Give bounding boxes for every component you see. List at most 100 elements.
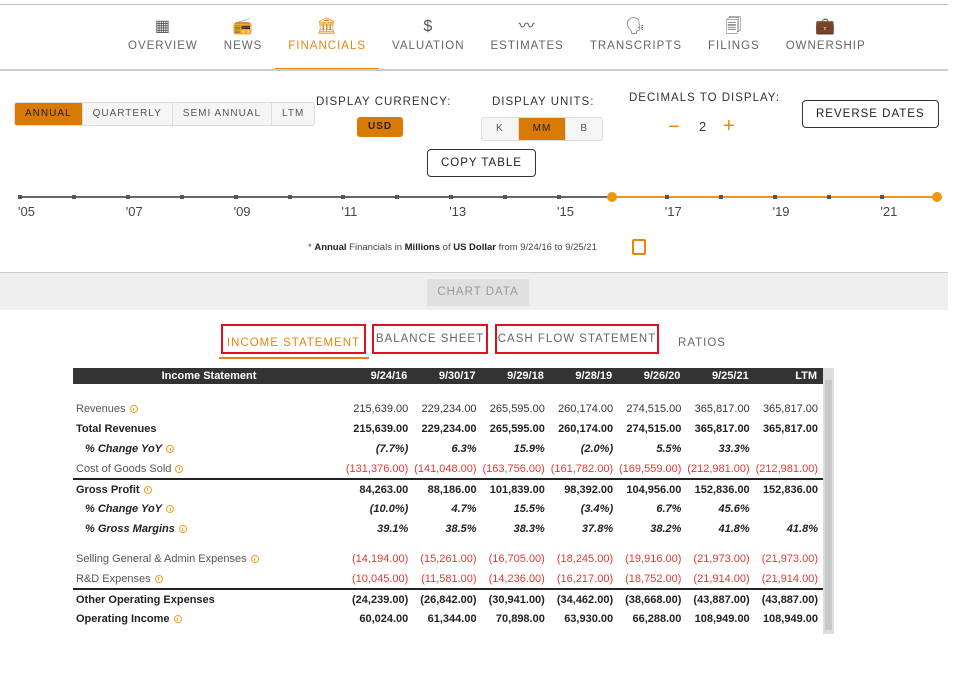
cell-value: (21,973.00)	[693, 553, 750, 565]
nav-label: NEWS	[223, 40, 263, 52]
cell-value: 365,817.00	[694, 423, 750, 435]
cell-value: (24,239.00)	[345, 588, 414, 609]
info-icon[interactable]	[166, 505, 175, 514]
copy-table-button[interactable]: COPY TABLE	[427, 149, 536, 177]
row-label: Other Operating Expenses	[73, 588, 345, 609]
increase-decimals-button[interactable]: +	[723, 115, 735, 138]
period-selector: ANNUAL QUARTERLY SEMI ANNUAL LTM	[14, 102, 316, 126]
table-row: Revenues 215,639.00 229,234.00 265,595.00 26…	[73, 399, 823, 419]
reverse-dates-button[interactable]: REVERSE DATES	[802, 100, 939, 128]
cell-value: 365,817.00	[762, 423, 818, 435]
timeline-year-label: '09	[233, 204, 251, 219]
period-annual[interactable]: ANNUAL	[15, 103, 83, 125]
nav-transcripts[interactable]: 🗣 TRANSCRIPTS	[577, 14, 695, 70]
info-icon[interactable]	[143, 485, 152, 494]
nav-label: ESTIMATES	[490, 40, 564, 52]
cell-value	[755, 439, 823, 459]
timeline-tick	[826, 195, 831, 199]
info-icon[interactable]	[250, 555, 259, 564]
table-row: Total Revenues 215,639.00 229,234.00 265,59…	[73, 419, 823, 439]
timeline-year-label: '07	[125, 204, 143, 219]
row-label: Gross Profit	[73, 478, 345, 499]
nav-label: FINANCIALS	[288, 40, 367, 52]
cell-value: 274,515.00	[626, 403, 682, 415]
cell-value: 38.3%	[513, 523, 545, 535]
column-header: LTM	[754, 368, 823, 384]
cell-value: (11,581.00)	[421, 572, 477, 585]
cell-value: 41.8%	[786, 523, 818, 535]
timeline-tick	[287, 195, 292, 199]
timeline-tick	[341, 195, 346, 199]
table-row: Operating Income 60,024.00 61,344.00 70,898…	[73, 609, 823, 629]
top-border	[0, 4, 948, 5]
nav-label: OWNERSHIP	[785, 40, 866, 52]
radio-icon: 📻	[232, 18, 254, 35]
cell-value: (16,217.00)	[556, 572, 614, 585]
timeline-tick	[880, 195, 885, 199]
period-ltm[interactable]: LTM	[272, 103, 314, 125]
row-label: Operating Income	[73, 609, 345, 629]
briefcase-icon: 💼	[815, 18, 837, 35]
chart-data-button[interactable]: CHART DATA	[427, 279, 529, 306]
cell-value: 60,024.00	[359, 613, 409, 625]
nav-ownership[interactable]: 💼 OWNERSHIP	[773, 14, 879, 70]
cell-value: 215,639.00	[353, 423, 409, 435]
decrease-decimals-button[interactable]: −	[668, 116, 680, 139]
nav-filings[interactable]: 🗐 FILINGS	[695, 14, 773, 70]
cell-value: (21,914.00)	[693, 572, 750, 585]
info-icon[interactable]	[129, 405, 138, 414]
cell-value: 265,595.00	[489, 423, 545, 435]
cell-value: 5.5%	[656, 443, 682, 455]
currency-usd-button[interactable]: USD	[357, 117, 404, 137]
timeline-start-handle[interactable]	[607, 192, 617, 202]
table-title: Income Statement	[73, 368, 345, 384]
timeline-year-label: '17	[664, 204, 682, 219]
info-icon[interactable]	[166, 445, 175, 454]
row-label: % Gross Margins	[73, 519, 345, 539]
nav-news[interactable]: 📻 NEWS	[211, 14, 276, 70]
nav-financials[interactable]: 🏛 FINANCIALS	[275, 14, 380, 70]
cell-value: 15.9%	[513, 443, 545, 455]
units-mm[interactable]: MM	[518, 118, 567, 140]
tab-cash-flow-statement[interactable]: CASH FLOW STATEMENT	[495, 324, 659, 354]
timeline-year-label: '11	[341, 204, 358, 219]
timeline-year-label: '15	[557, 204, 574, 219]
nav-label: FILINGS	[708, 40, 760, 52]
cell-value: (43,887.00)	[686, 588, 755, 609]
cell-value: 229,234.00	[421, 423, 477, 435]
period-quarterly[interactable]: QUARTERLY	[83, 103, 173, 125]
cell-value: 6.7%	[656, 503, 682, 515]
info-icon[interactable]	[154, 574, 163, 583]
timeline-tick	[664, 195, 669, 199]
period-semi-annual[interactable]: SEMI ANNUAL	[173, 103, 273, 125]
nav-label: TRANSCRIPTS	[589, 40, 682, 52]
scrollbar-thumb[interactable]	[825, 380, 832, 630]
cell-value: (18,752.00)	[625, 572, 682, 585]
units-b[interactable]: B	[566, 118, 602, 140]
tab-balance-sheet[interactable]: BALANCE SHEET	[372, 324, 488, 354]
tab-ratios[interactable]: RATIOS	[672, 333, 732, 353]
nav-overview[interactable]: ▦ OVERVIEW	[115, 14, 211, 70]
timeline-end-handle[interactable]	[932, 192, 942, 202]
timeline-tick	[503, 195, 508, 199]
highlight-income-statement	[221, 324, 366, 354]
table-row: Cost of Goods Sold (131,376.00) (141,048.0…	[73, 459, 823, 479]
info-icon[interactable]	[175, 464, 184, 473]
cell-value: (14,194.00)	[352, 553, 409, 565]
cell-value: (2.0%)	[580, 443, 614, 455]
cell-value: 98,392.00	[549, 478, 619, 499]
timeline-tick	[18, 195, 22, 199]
info-icon[interactable]	[173, 615, 182, 624]
cell-value: (163,756.00)	[482, 462, 545, 475]
info-icon[interactable]	[178, 525, 187, 534]
cell-value: 260,174.00	[558, 423, 614, 435]
main-nav: ▦ OVERVIEW 📻 NEWS 🏛 FINANCIALS $ VALUATION 〰 ESTI…	[115, 14, 879, 70]
active-tab-underline	[219, 357, 369, 359]
units-k[interactable]: K	[482, 118, 519, 140]
cell-value: 61,344.00	[427, 613, 477, 625]
clipboard-icon[interactable]	[632, 239, 646, 255]
cell-value: 152,836.00	[686, 478, 755, 499]
nav-estimates[interactable]: 〰 ESTIMATES	[478, 14, 577, 70]
timeline-tick	[71, 195, 76, 199]
nav-valuation[interactable]: $ VALUATION	[379, 14, 477, 70]
